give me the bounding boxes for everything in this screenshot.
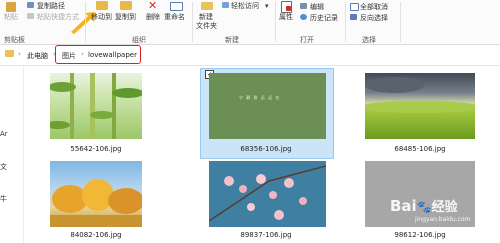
- select-group-label: 选择: [362, 36, 376, 44]
- properties-check-icon: [286, 6, 291, 11]
- rename-button[interactable]: 重命名: [164, 13, 185, 21]
- new-group-label: 新建: [225, 36, 239, 44]
- address-bar[interactable]: › 此电脑 › 图片 › lovewallpaper: [0, 45, 500, 66]
- easy-access-icon: [222, 2, 229, 8]
- new-folder-button[interactable]: 新建: [199, 13, 213, 21]
- grassland-image-icon: [365, 77, 475, 113]
- autumn-trees-image-icon: [50, 179, 142, 227]
- watermark: Bai🐾经验: [390, 196, 458, 215]
- open-group-label: 打开: [300, 36, 314, 44]
- copy-to-button[interactable]: 复制到: [115, 13, 136, 21]
- history-button[interactable]: 历史记录: [310, 14, 338, 22]
- file-name[interactable]: 84082-106.jpg: [36, 231, 156, 239]
- file-name[interactable]: 98612-106.jpg: [360, 231, 480, 239]
- file-thumbnail[interactable]: [50, 73, 142, 139]
- move-to-button[interactable]: 移动到: [91, 13, 112, 21]
- breadcrumb-separator: ›: [18, 50, 21, 58]
- organize-group-label: 组织: [132, 36, 146, 44]
- file-name[interactable]: 89837-106.jpg: [206, 231, 326, 239]
- clipboard-group-label: 剪贴板: [4, 36, 25, 44]
- file-name[interactable]: 68356-106.jpg: [206, 145, 326, 153]
- paw-icon: 🐾: [416, 200, 432, 214]
- invert-selection-button[interactable]: 反向选择: [360, 14, 388, 22]
- watermark-brand: Bai: [390, 197, 417, 215]
- nav-item[interactable]: 牛: [0, 194, 7, 204]
- highlight-box: [55, 45, 141, 64]
- new-folder-button-line2[interactable]: 文件夹: [196, 22, 217, 30]
- new-folder-icon: [201, 2, 213, 10]
- copy-path-button[interactable]: 复制路径: [37, 2, 65, 10]
- paste-button[interactable]: 粘贴: [4, 13, 18, 21]
- easy-access-dropdown-icon[interactable]: ▾: [265, 2, 269, 10]
- delete-icon: ✕: [148, 0, 158, 12]
- file-thumbnail[interactable]: 宁 静 致 远 远 在: [209, 73, 326, 139]
- properties-button[interactable]: 属性: [279, 13, 293, 21]
- history-icon: [300, 14, 307, 20]
- breadcrumb-this-pc[interactable]: 此电脑: [27, 51, 48, 61]
- watermark-brand2: 经验: [431, 200, 458, 215]
- easy-access-button[interactable]: 轻松访问: [231, 2, 259, 10]
- delete-button[interactable]: 删除: [146, 13, 160, 21]
- file-name[interactable]: 68485-106.jpg: [360, 145, 480, 153]
- select-none-icon: [350, 3, 359, 11]
- copy-path-icon: [27, 2, 34, 8]
- ribbon: 粘贴 复制路径 粘贴快捷方式 剪贴板 移动到 复制到 ✕ 删除 重命名 组织 新…: [0, 0, 500, 45]
- file-thumbnail[interactable]: [50, 161, 142, 227]
- watermark-url: jingyan.baidu.com: [415, 216, 471, 223]
- select-none-button[interactable]: 全部取消: [360, 3, 388, 11]
- nav-item[interactable]: Ar: [0, 130, 8, 138]
- blossom-image-icon: [209, 165, 326, 222]
- green-text-image-icon: 宁 静 致 远 远 在: [239, 95, 281, 100]
- edit-icon: [300, 3, 307, 9]
- bamboo-image-icon: [50, 73, 142, 139]
- copy-to-icon: [120, 1, 132, 10]
- navigation-pane: Ar 文 牛: [0, 66, 24, 243]
- file-name[interactable]: 55642-106.jpg: [36, 145, 156, 153]
- edit-button[interactable]: 编辑: [310, 3, 324, 11]
- paste-shortcut-icon: [27, 13, 34, 19]
- move-to-icon: [96, 1, 108, 10]
- nav-item[interactable]: 文: [0, 162, 7, 172]
- rename-icon: [170, 2, 183, 11]
- file-thumbnail[interactable]: [209, 161, 326, 227]
- file-thumbnail[interactable]: [365, 73, 475, 139]
- folder-icon: [5, 50, 14, 57]
- invert-selection-icon: [350, 14, 357, 20]
- paste-icon[interactable]: [6, 2, 16, 12]
